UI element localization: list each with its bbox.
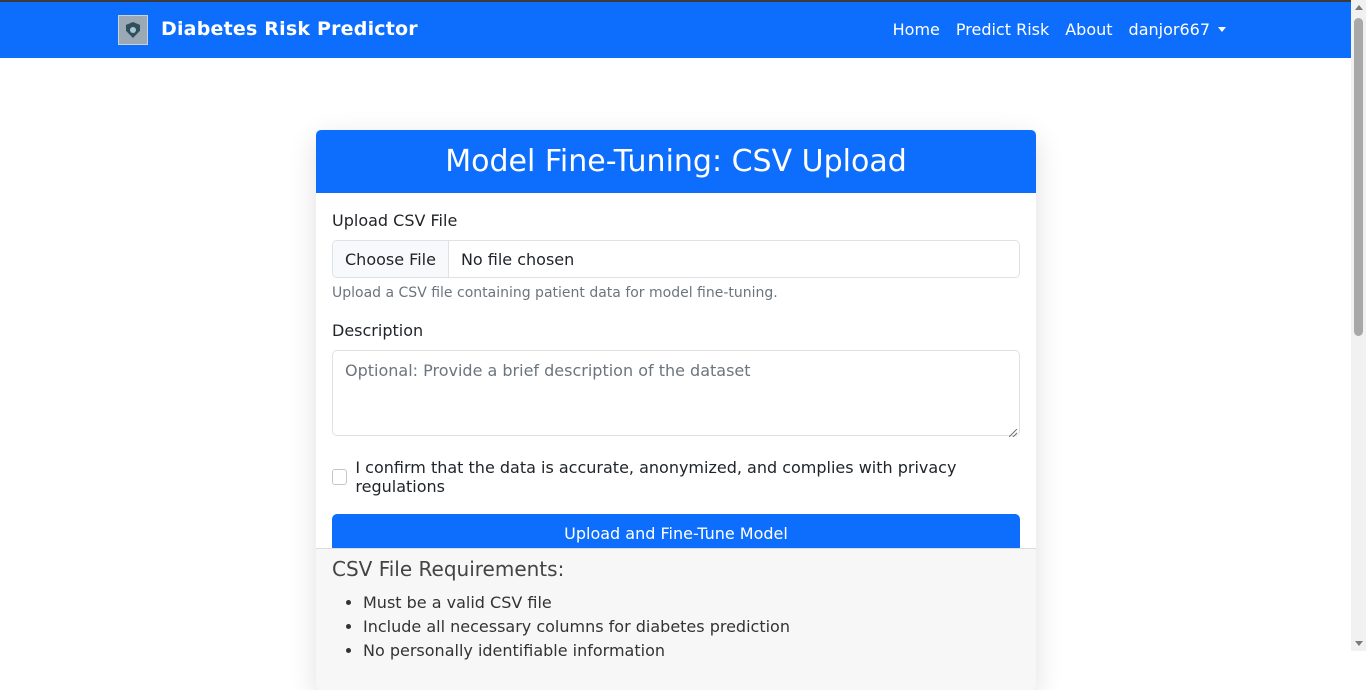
page-scrollbar[interactable] (1351, 0, 1366, 651)
list-item: Include all necessary columns for diabet… (363, 615, 1020, 639)
requirements-section: CSV File Requirements: Must be a valid C… (316, 548, 1036, 690)
requirements-title: CSV File Requirements: (332, 557, 565, 581)
confirm-checkbox[interactable] (332, 469, 348, 485)
nav-about-link[interactable]: About (1065, 20, 1112, 39)
upload-csv-label: Upload CSV File (332, 211, 458, 230)
confirm-row: I confirm that the data is accurate, ano… (332, 458, 1020, 496)
resize-grip-icon[interactable] (1009, 429, 1017, 437)
upload-fine-tune-button[interactable]: Upload and Fine-Tune Model (332, 514, 1020, 552)
brand-title[interactable]: Diabetes Risk Predictor (161, 18, 418, 40)
nav-home-link[interactable]: Home (893, 20, 940, 39)
csv-file-input[interactable]: Choose File No file chosen (332, 240, 1020, 278)
scroll-down-arrow-icon[interactable] (1355, 641, 1363, 646)
description-textarea[interactable] (332, 350, 1020, 436)
shield-logo-icon[interactable] (118, 15, 148, 45)
nav-predict-risk-link[interactable]: Predict Risk (956, 20, 1049, 39)
navbar: Diabetes Risk Predictor Home Predict Ris… (0, 2, 1351, 58)
scroll-thumb[interactable] (1354, 18, 1363, 336)
user-name: danjor667 (1128, 20, 1210, 39)
upload-form: Upload CSV File Choose File No file chos… (316, 193, 1036, 552)
description-label: Description (332, 321, 424, 340)
card-title: Model Fine-Tuning: CSV Upload (445, 144, 907, 179)
requirements-list: Must be a valid CSV file Include all nec… (332, 591, 1020, 663)
description-wrapper (332, 340, 1020, 440)
user-dropdown[interactable]: danjor667 (1129, 20, 1226, 39)
list-item: Must be a valid CSV file (363, 591, 1020, 615)
scroll-up-arrow-icon[interactable] (1355, 5, 1363, 10)
choose-file-button[interactable]: Choose File (333, 241, 449, 277)
card-header: Model Fine-Tuning: CSV Upload (316, 130, 1036, 193)
nav-links: Home Predict Risk About danjor667 (877, 20, 1226, 39)
list-item: No personally identifiable information (363, 639, 1020, 663)
caret-down-icon (1218, 27, 1226, 32)
file-status: No file chosen (460, 249, 575, 269)
upload-card: Model Fine-Tuning: CSV Upload Upload CSV… (316, 130, 1036, 690)
upload-help-text: Upload a CSV file containing patient dat… (332, 285, 778, 301)
confirm-label[interactable]: I confirm that the data is accurate, ano… (355, 458, 1020, 496)
